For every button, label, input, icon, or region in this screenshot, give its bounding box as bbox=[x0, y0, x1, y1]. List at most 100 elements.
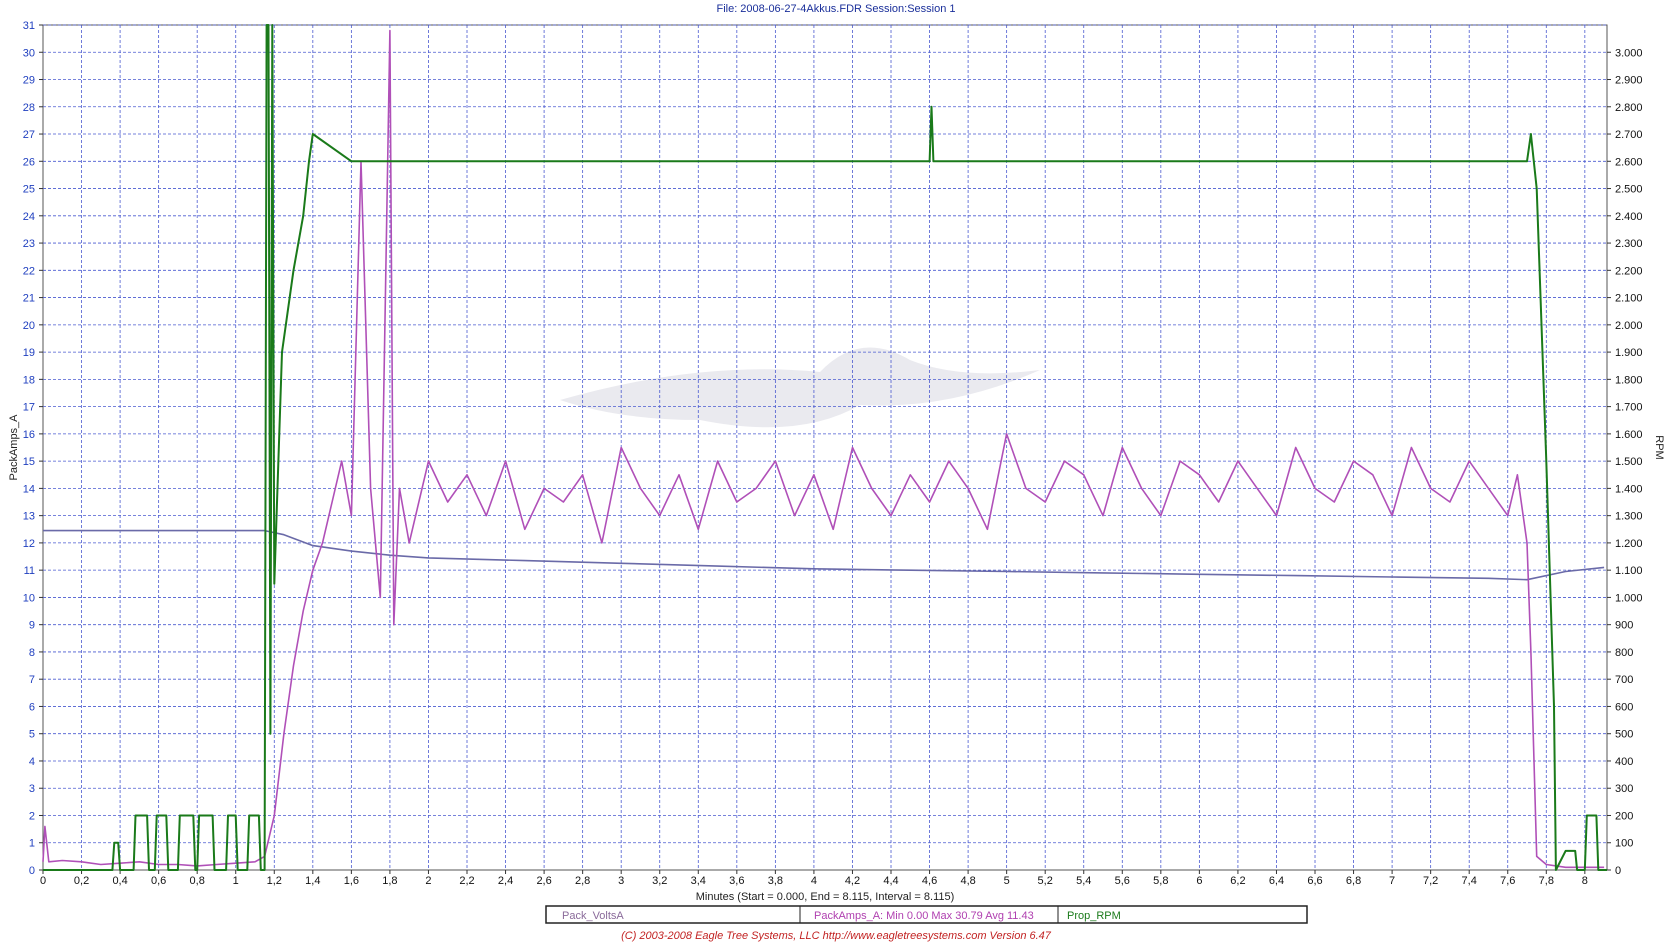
x-axis-label: Minutes (Start = 0.000, End = 8.115, Int… bbox=[696, 891, 955, 903]
y-tick-label-right: 2.600 bbox=[1615, 156, 1643, 168]
y-tick-label-left: 29 bbox=[23, 75, 35, 87]
y-tick-label-left: 2 bbox=[29, 810, 35, 822]
y-tick-label-right: 1.600 bbox=[1615, 429, 1643, 441]
y-tick-label-left: 8 bbox=[29, 647, 35, 659]
x-tick-label: 5,6 bbox=[1115, 875, 1130, 887]
y-tick-label-left: 27 bbox=[23, 129, 35, 141]
x-tick-label: 8 bbox=[1582, 875, 1588, 887]
x-tick-label: 6,8 bbox=[1346, 875, 1361, 887]
x-tick-label: 0,2 bbox=[74, 875, 89, 887]
y-tick-label-right: 700 bbox=[1615, 674, 1633, 686]
y-tick-label-left: 7 bbox=[29, 674, 35, 686]
y-tick-label-left: 10 bbox=[23, 592, 35, 604]
y-tick-label-left: 21 bbox=[23, 293, 35, 305]
x-tick-label: 6,6 bbox=[1307, 875, 1322, 887]
y-tick-label-right: 1.200 bbox=[1615, 538, 1643, 550]
y-tick-label-left: 4 bbox=[29, 756, 35, 768]
legend-item-pack-amps: PackAmps_A: Min 0.00 Max 30.79 Avg 11.43 bbox=[814, 910, 1034, 922]
x-tick-label: 2,2 bbox=[459, 875, 474, 887]
y-tick-label-right: 3.000 bbox=[1615, 47, 1643, 59]
y-tick-label-right: 1.400 bbox=[1615, 483, 1643, 495]
y-tick-label-left: 23 bbox=[23, 238, 35, 250]
x-tick-label: 4,6 bbox=[922, 875, 937, 887]
x-tick-label: 3,2 bbox=[652, 875, 667, 887]
x-tick-label: 0,4 bbox=[112, 875, 127, 887]
y-tick-label-left: 13 bbox=[23, 511, 35, 523]
y-axis-left: 0123456789101112131415161718192021222324… bbox=[23, 20, 43, 877]
x-tick-label: 7,8 bbox=[1539, 875, 1554, 887]
x-tick-label: 4,2 bbox=[845, 875, 860, 887]
x-tick-label: 3,8 bbox=[768, 875, 783, 887]
y-tick-label-left: 16 bbox=[23, 429, 35, 441]
y-tick-label-right: 2.300 bbox=[1615, 238, 1643, 250]
x-tick-label: 2 bbox=[425, 875, 431, 887]
x-tick-label: 1,8 bbox=[382, 875, 397, 887]
footer-copyright: (C) 2003-2008 Eagle Tree Systems, LLC ht… bbox=[621, 930, 1052, 942]
y-tick-label-left: 6 bbox=[29, 701, 35, 713]
y-tick-label-left: 14 bbox=[23, 483, 35, 495]
x-tick-label: 0,8 bbox=[190, 875, 205, 887]
y-tick-label-left: 26 bbox=[23, 156, 35, 168]
y-tick-label-right: 1.100 bbox=[1615, 565, 1643, 577]
y-tick-label-right: 1.800 bbox=[1615, 374, 1643, 386]
y-tick-label-right: 2.500 bbox=[1615, 184, 1643, 196]
legend-item-pack-volts: Pack_VoltsA bbox=[562, 910, 624, 922]
y-tick-label-right: 2.900 bbox=[1615, 75, 1643, 87]
y-tick-label-left: 30 bbox=[23, 47, 35, 59]
y-tick-label-left: 20 bbox=[23, 320, 35, 332]
y-tick-label-right: 300 bbox=[1615, 783, 1633, 795]
chart: File: 2008-06-27-4Akkus.FDR Session:Sess… bbox=[8, 3, 1665, 942]
y-tick-label-right: 1.000 bbox=[1615, 592, 1643, 604]
x-tick-label: 7 bbox=[1389, 875, 1395, 887]
y-tick-label-left: 5 bbox=[29, 729, 35, 741]
y-tick-label-left: 19 bbox=[23, 347, 35, 359]
y-tick-label-left: 15 bbox=[23, 456, 35, 468]
x-tick-label: 5 bbox=[1004, 875, 1010, 887]
y-tick-label-left: 31 bbox=[23, 20, 35, 32]
y-tick-label-left: 3 bbox=[29, 783, 35, 795]
y-tick-label-left: 24 bbox=[23, 211, 35, 223]
x-tick-label: 7,2 bbox=[1423, 875, 1438, 887]
y-tick-label-right: 1.300 bbox=[1615, 511, 1643, 523]
x-tick-label: 2,4 bbox=[498, 875, 513, 887]
x-tick-label: 1,6 bbox=[344, 875, 359, 887]
x-tick-label: 6,4 bbox=[1269, 875, 1284, 887]
chart-title: File: 2008-06-27-4Akkus.FDR Session:Sess… bbox=[716, 3, 955, 15]
y-tick-label-left: 17 bbox=[23, 402, 35, 414]
y-tick-label-right: 100 bbox=[1615, 838, 1633, 850]
y-tick-label-right: 2.000 bbox=[1615, 320, 1643, 332]
x-tick-label: 4,4 bbox=[883, 875, 898, 887]
x-tick-label: 6 bbox=[1196, 875, 1202, 887]
y-tick-label-left: 0 bbox=[29, 865, 35, 877]
y-tick-label-right: 0 bbox=[1615, 865, 1621, 877]
y-tick-label-right: 1.900 bbox=[1615, 347, 1643, 359]
x-tick-label: 0 bbox=[40, 875, 46, 887]
y-tick-label-right: 800 bbox=[1615, 647, 1633, 659]
plot-area bbox=[42, 24, 1608, 871]
x-tick-label: 5,4 bbox=[1076, 875, 1091, 887]
y-axis-label: PackAmps_A bbox=[8, 414, 20, 481]
x-tick-label: 5,8 bbox=[1153, 875, 1168, 887]
y-tick-label-right: 2.100 bbox=[1615, 293, 1643, 305]
x-tick-label: 3,4 bbox=[691, 875, 706, 887]
y-tick-label-right: 900 bbox=[1615, 620, 1633, 632]
x-tick-label: 2,8 bbox=[575, 875, 590, 887]
x-tick-label: 0,6 bbox=[151, 875, 166, 887]
x-tick-label: 4 bbox=[811, 875, 817, 887]
y-tick-label-right: 1.700 bbox=[1615, 402, 1643, 414]
y-tick-label-left: 25 bbox=[23, 184, 35, 196]
y-tick-label-right: 400 bbox=[1615, 756, 1633, 768]
x-tick-label: 2,6 bbox=[536, 875, 551, 887]
x-tick-label: 1,2 bbox=[267, 875, 282, 887]
y-tick-label-left: 9 bbox=[29, 620, 35, 632]
y-tick-label-right: 1.500 bbox=[1615, 456, 1643, 468]
y-tick-label-left: 28 bbox=[23, 102, 35, 114]
y-tick-label-right: 500 bbox=[1615, 729, 1633, 741]
y-tick-label-right: 600 bbox=[1615, 701, 1633, 713]
x-tick-label: 1,4 bbox=[305, 875, 320, 887]
y-tick-label-left: 12 bbox=[23, 538, 35, 550]
y-axis-right: 0 100 200 300 400 500 600 700 800 900 1.000 1.100 1.… bbox=[1607, 47, 1643, 877]
y-tick-label-right: 2.200 bbox=[1615, 265, 1643, 277]
y-tick-label-left: 11 bbox=[24, 565, 35, 577]
x-tick-label: 1 bbox=[233, 875, 239, 887]
